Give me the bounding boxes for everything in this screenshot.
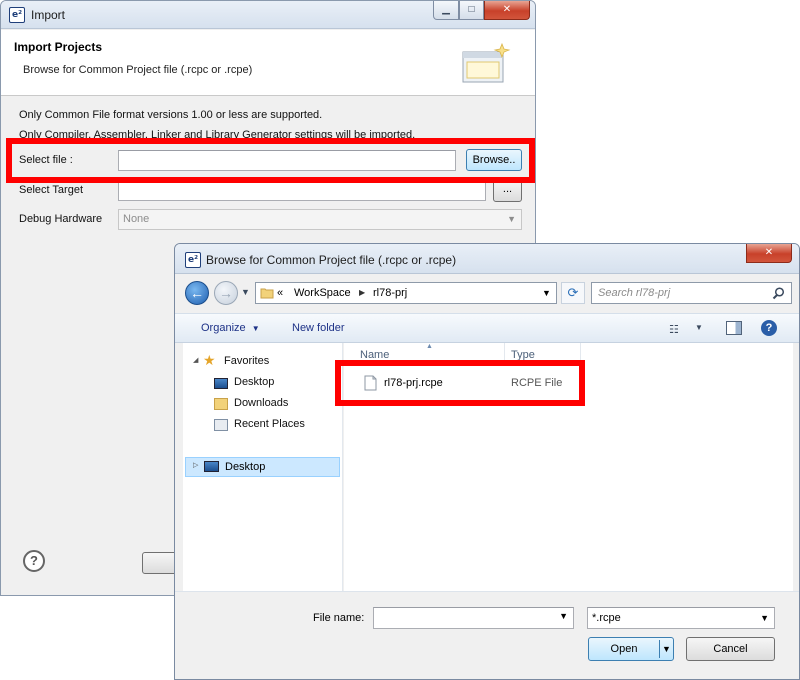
tree-item-desktop-root-label: Desktop [225, 461, 266, 473]
maximize-button[interactable]: □ [459, 1, 484, 20]
split-divider [659, 640, 660, 658]
tree-item-desktop-root[interactable]: ▷ Desktop [185, 457, 340, 477]
wizard-banner-icon [462, 42, 511, 83]
view-options-chevron-icon[interactable]: ▼ [695, 323, 703, 332]
breadcrumb-item-workspace[interactable]: WorkSpace [294, 283, 351, 303]
chevron-down-icon: ▼ [507, 214, 516, 224]
open-options-chevron-icon[interactable]: ▼ [662, 638, 671, 660]
recent-places-icon [214, 419, 228, 431]
tree-item-favorites[interactable]: Favorites [224, 355, 269, 367]
file-name-input[interactable]: ▼ [373, 607, 574, 629]
file-dialog-footer: File name: ▼ *.rcpe ▼ Open ▼ Cancel [175, 591, 799, 679]
tree-item-desktop[interactable]: Desktop [234, 376, 274, 388]
browse-window-title: Browse for Common Project file (.rcpc or… [206, 253, 457, 267]
e2-app-icon: e² [185, 252, 201, 268]
highlight-file-row [335, 360, 585, 406]
browse-titlebar[interactable]: e² Browse for Common Project file (.rcpc… [175, 244, 799, 274]
refresh-icon[interactable]: ⟳ [561, 282, 585, 304]
navigation-pane: ◢ ★ Favorites Desktop Downloads Recent P… [183, 343, 343, 591]
address-bar[interactable]: « WorkSpace ▶ rl78-prj ▼ [255, 282, 557, 304]
highlight-select-file [6, 138, 535, 183]
select-target-label: Select Target [19, 184, 84, 196]
browse-dialog: e² Browse for Common Project file (.rcpc… [174, 243, 800, 680]
breadcrumb-separator-icon[interactable]: ▶ [359, 283, 365, 303]
debug-hardware-label: Debug Hardware [19, 213, 103, 225]
open-split-button[interactable]: Open ▼ [588, 637, 674, 661]
forward-arrow-icon[interactable]: → [214, 281, 238, 305]
tree-expander-icon[interactable]: ▷ [193, 461, 198, 469]
desktop-icon [214, 378, 228, 389]
folder-icon [260, 288, 274, 299]
new-folder-button[interactable]: New folder [292, 322, 345, 334]
import-titlebar[interactable]: e² Import ▁ □ ✕ [1, 1, 535, 29]
import-window-title: Import [31, 8, 66, 22]
address-dropdown-icon[interactable]: ▼ [542, 283, 551, 303]
organize-menu[interactable]: Organize ▼ [201, 322, 260, 334]
back-arrow-icon[interactable]: ← [185, 281, 209, 305]
search-icon[interactable] [772, 287, 785, 300]
file-name-label: File name: [313, 612, 365, 624]
downloads-folder-icon [214, 398, 228, 410]
tree-item-downloads[interactable]: Downloads [234, 397, 288, 409]
debug-hardware-select: None ▼ [118, 209, 522, 230]
help-icon[interactable]: ? [761, 320, 777, 336]
tree-item-recent-places[interactable]: Recent Places [234, 418, 305, 430]
select-target-button[interactable]: ... [493, 180, 522, 202]
open-button-label: Open [610, 643, 638, 655]
preview-pane-icon[interactable] [726, 321, 742, 335]
file-type-filter-value: *.rcpe [592, 612, 621, 624]
favorites-expander-icon[interactable]: ◢ [193, 356, 198, 364]
file-type-filter[interactable]: *.rcpe ▼ [587, 607, 775, 629]
select-target-input[interactable] [118, 180, 486, 201]
page-title: Import Projects [14, 40, 103, 54]
chevron-down-icon[interactable]: ▼ [559, 611, 568, 621]
e2-app-icon: e² [9, 7, 25, 23]
view-options-icon[interactable]: ☷ [669, 323, 679, 336]
close-button[interactable]: ✕ [746, 244, 792, 263]
breadcrumb-item-rl78-prj[interactable]: rl78-prj [373, 283, 407, 303]
breadcrumb-overflow[interactable]: « [277, 283, 283, 303]
help-icon[interactable]: ? [23, 550, 45, 572]
close-button[interactable]: ✕ [484, 1, 530, 20]
sort-ascending-icon: ▲ [426, 343, 433, 350]
info-text-version: Only Common File format versions 1.00 or… [19, 109, 323, 121]
command-toolbar: Organize ▼ New folder ☷ ▼ ? [175, 313, 799, 343]
organize-label: Organize [201, 322, 246, 334]
debug-hardware-value: None [123, 213, 150, 225]
page-subtitle: Browse for Common Project file (.rcpc or… [23, 64, 253, 76]
search-input[interactable]: Search rl78-prj [591, 282, 792, 304]
desktop-icon [204, 461, 219, 472]
cancel-button[interactable]: Cancel [686, 637, 775, 661]
minimize-button[interactable]: ▁ [433, 1, 459, 20]
chevron-down-icon: ▼ [251, 324, 260, 333]
chevron-down-icon[interactable]: ▼ [760, 608, 769, 628]
star-icon: ★ [203, 352, 216, 368]
recent-locations-chevron-icon[interactable]: ▼ [241, 287, 250, 297]
wizard-header: Import Projects Browse for Common Projec… [1, 30, 535, 96]
